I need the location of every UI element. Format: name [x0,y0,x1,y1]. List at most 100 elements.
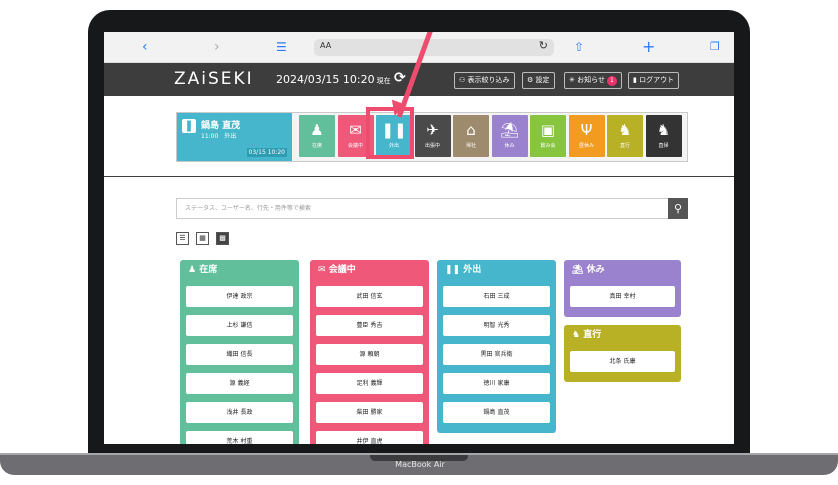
status-button[interactable]: ♞ 直行 [607,115,643,157]
status-button-label: 昼休み [578,143,594,149]
status-button[interactable]: ♟ 在席 [299,115,335,157]
footprints-icon: ❚❚ [445,265,464,275]
tabs-icon[interactable]: ❐ [710,38,720,56]
megaphone-icon: ✳ [569,76,575,84]
gear-icon: ⚙ [527,76,534,84]
list-view-icon[interactable]: ☰ [176,232,189,245]
umbrella-icon: ⛱ [572,265,587,275]
status-column-header: ♞ 直行 [564,325,681,345]
settings-label: 設定 [535,76,550,84]
status-column-title: 会議中 [328,265,356,275]
member-card[interactable]: 足利 義輝 [316,373,423,394]
member-card[interactable]: 徳川 家康 [443,373,550,394]
status-button[interactable]: ▣ 飲み会 [530,115,566,157]
share-icon[interactable]: ⇧ [574,38,584,56]
refresh-icon[interactable]: ⟳ [394,70,406,86]
status-button-label: 休み [504,143,515,149]
status-glyph-icon: ⛱ [499,121,520,139]
member-card[interactable]: 豊臣 秀吉 [316,315,423,336]
meeting-icon: ✉ [318,265,329,275]
member-card[interactable]: 伊達 政宗 [186,286,293,307]
highlight-box [366,107,414,159]
filter-icon: ⚇ [459,76,466,84]
chevron-left-icon[interactable]: ‹ [142,38,148,56]
status-glyph-icon: ▣ [540,121,556,139]
current-user-status: 11:00 外出 [201,133,237,140]
status-column: ♟ 在席伊達 政宗上杉 謙信織田 信長源 義経浅井 長政荒木 村重 [180,260,299,444]
status-button[interactable]: ♞ 直帰 [645,115,682,157]
screen: ‹ › ☰ AA ↻ ⇧ + ❐ ZAiSEKI 2024/03/15 10:2… [104,32,734,444]
section-divider [104,176,734,177]
current-user-name: 鍋島 直茂 [201,121,241,131]
settings-button[interactable]: ⚙ 設定 [522,72,555,89]
status-column: ❚❚ 外出石田 三成明智 光秀黒田 官兵衛 徳川 家康鍋島 直茂 [437,260,556,433]
status-glyph-icon: Ψ [580,121,593,139]
address-bar[interactable]: AA ↻ [314,39,554,56]
status-button-label: 直帰 [658,143,669,149]
status-column: ♞ 直行北条 氏康 [564,325,681,382]
filter-label: 表示絞り込み [467,76,510,84]
status-column: ⛱ 休み真田 幸村 [564,260,681,317]
current-datetime: 2024/03/15 10:20 現在 [276,73,391,86]
datetime-value: 2024/03/15 10:20 [276,73,375,86]
logout-button[interactable]: ▮ ログアウト [628,72,680,89]
search-icon[interactable]: ⚲ [668,198,688,219]
app-logo: ZAiSEKI [174,69,254,89]
member-card[interactable]: 源 義経 [186,373,293,394]
status-column-title: 休み [586,265,605,275]
current-user-timestamp: 03/15 10:20 [246,148,287,157]
status-column-header: ⛱ 休み [564,260,681,280]
member-card[interactable]: 武田 信玄 [316,286,423,307]
status-glyph-icon: ✈ [426,121,439,139]
user-status-icon: ❚ [182,119,196,133]
status-column-title: 直行 [583,330,602,340]
status-button[interactable]: ⛱ 休み [491,115,528,157]
member-card[interactable]: 黒田 官兵衛 [443,344,550,365]
notice-button[interactable]: ✳ お知らせ 1 [564,72,622,89]
status-button[interactable]: ✈ 出張中 [414,115,451,157]
member-card[interactable]: 鍋島 直茂 [443,402,550,423]
current-user-card: ❚ 鍋島 直茂 11:00 外出 03/15 10:20 [177,113,292,161]
filter-button[interactable]: ⚇ 表示絞り込み [454,72,515,89]
member-card[interactable]: 柴田 勝家 [316,402,423,423]
member-card[interactable]: 織田 信長 [186,344,293,365]
status-button-label: 帰社 [465,143,476,149]
status-column: ✉ 会議中武田 信玄豊臣 秀吉源 頼朝足利 義輝柴田 勝家井伊 直虎 [310,260,429,444]
status-glyph-icon: ⌂ [466,121,476,139]
member-card[interactable]: 明智 光秀 [443,315,550,336]
member-card[interactable]: 井伊 直虎 [316,431,423,444]
member-card[interactable]: 源 頼朝 [316,344,423,365]
runner-icon: ♞ [572,330,584,340]
status-button-label: 在席 [311,143,322,149]
device-label: MacBook Air [395,460,445,469]
logout-label: ログアウト [639,76,675,84]
member-card[interactable]: 北条 氏康 [570,351,675,372]
status-glyph-icon: ♞ [656,121,671,139]
member-card[interactable]: 荒木 村重 [186,431,293,444]
datetime-suffix: 現在 [376,77,391,85]
status-panel: ❚ 鍋島 直茂 11:00 外出 03/15 10:20 ♟ 在席 ✉ 会議中 ❚❚ 外出… [176,112,688,162]
reload-icon[interactable]: ↻ [539,39,548,52]
search-input[interactable]: ステータス、ユーザー名、行先・用件等で検索 [176,198,669,219]
bookmarks-icon[interactable]: ☰ [276,38,287,56]
member-card[interactable]: 真田 幸村 [570,286,675,307]
door-icon: ▮ [633,76,637,84]
chair-icon: ♟ [188,265,200,275]
reader-aa-button[interactable]: AA [320,41,331,50]
status-button[interactable]: Ψ 昼休み [568,115,605,157]
member-card[interactable]: 浅井 長政 [186,402,293,423]
chevron-right-icon[interactable]: › [214,38,220,56]
board-view-icon[interactable]: ▩ [216,232,229,245]
notice-label: お知らせ [577,76,605,84]
status-column-title: 外出 [463,265,482,275]
status-column-header: ♟ 在席 [180,260,299,280]
notice-count-badge: 1 [606,76,617,86]
status-button[interactable]: ⌂ 帰社 [453,115,489,157]
member-card[interactable]: 上杉 謙信 [186,315,293,336]
new-tab-icon[interactable]: + [642,38,655,56]
status-glyph-icon: ♟ [310,121,324,139]
member-card[interactable]: 石田 三成 [443,286,550,307]
grid-view-icon[interactable]: ▦ [196,232,209,245]
status-column-header: ✉ 会議中 [310,260,429,280]
status-column-header: ❚❚ 外出 [437,260,556,280]
